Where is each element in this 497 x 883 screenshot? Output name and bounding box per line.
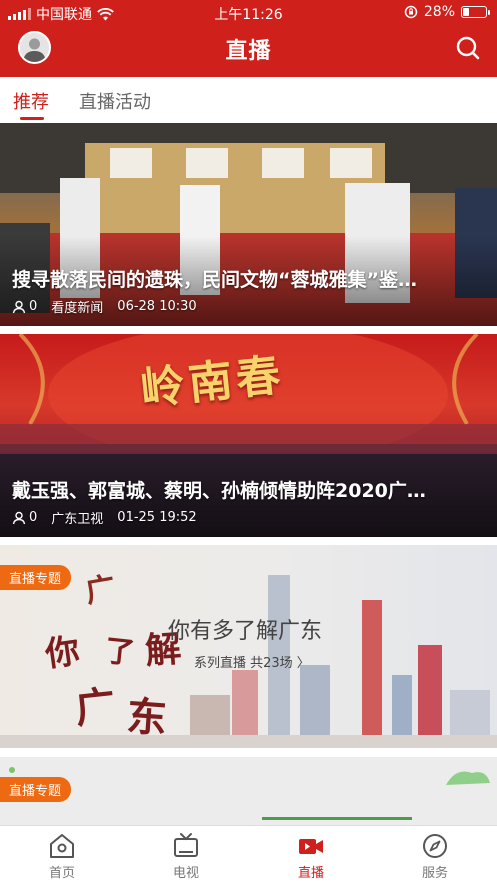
viewer-count: 0 [29, 299, 38, 314]
topic-calligraphy-art: 广 你 了 解 广 东 [42, 570, 183, 743]
bottom-nav: 首页 电视 直播 服务 [0, 825, 497, 883]
page-title: 直播 [225, 39, 272, 64]
topic-badge: 直播专题 [0, 565, 72, 590]
tab-indicator [20, 117, 44, 120]
battery-icon [461, 6, 490, 18]
topic-title: 你有多了解广东 [168, 619, 323, 644]
source-label: 看度新闻 [51, 301, 104, 316]
nav-live[interactable]: 直播 [276, 832, 346, 881]
source-label: 广东卫视 [51, 512, 104, 527]
nav-services[interactable]: 服务 [400, 832, 470, 881]
nav-tv[interactable]: 电视 [151, 832, 221, 881]
live-card-meta: 0 广东卫视 01-25 19:52 [12, 508, 197, 527]
publish-time: 06-28 10:30 [117, 299, 197, 314]
topic-card[interactable]: 广 你 了 解 广 东 直播专题 你有多了解广东 系列直播 共23场 〉 [0, 545, 497, 748]
live-card[interactable]: 岭南春 戴玉强、郭富城、蔡明、孙楠倾情助阵2020广… 0 广东卫视 01-25… [0, 334, 497, 537]
nav-home[interactable]: 首页 [27, 832, 97, 881]
live-card-meta: 0 看度新闻 06-28 10:30 [12, 297, 197, 316]
nav-home-label: 首页 [48, 866, 75, 881]
home-icon [50, 834, 74, 858]
nav-tv-label: 电视 [172, 866, 199, 881]
orientation-lock-icon [404, 5, 418, 19]
live-card-title: 戴玉强、郭富城、蔡明、孙楠倾情助阵2020广… [12, 480, 426, 502]
nav-services-label: 服务 [421, 866, 448, 881]
tab-live-events[interactable]: 直播活动 [79, 88, 151, 114]
topic-subtitle[interactable]: 系列直播 共23场 〉 [194, 652, 310, 671]
nav-live-label: 直播 [297, 866, 324, 881]
person-icon [12, 300, 26, 313]
viewer-count: 0 [29, 510, 38, 525]
status-bar: 中国联通 上午11:26 28% [0, 0, 497, 24]
live-card[interactable]: 搜寻散落民间的遗珠，民间文物“蓉城雅集”鉴… 0 看度新闻 06-28 10:3… [0, 123, 497, 326]
topic-card[interactable]: 直播专题 [0, 757, 497, 825]
compass-icon [423, 834, 447, 858]
publish-time: 01-25 19:52 [117, 510, 197, 525]
tab-bar: 推荐 直播活动 [0, 77, 497, 123]
header: 直播 [0, 24, 497, 77]
topic-badge: 直播专题 [0, 777, 72, 802]
battery-percent: 28% [423, 4, 455, 20]
live-camera-icon [299, 839, 323, 854]
search-icon[interactable] [455, 35, 481, 61]
tab-recommend[interactable]: 推荐 [13, 88, 49, 114]
person-icon [12, 511, 26, 524]
live-card-title: 搜寻散落民间的遗珠，民间文物“蓉城雅集”鉴… [12, 269, 417, 291]
topic-thumbnail [9, 767, 490, 820]
tv-icon [174, 833, 198, 857]
